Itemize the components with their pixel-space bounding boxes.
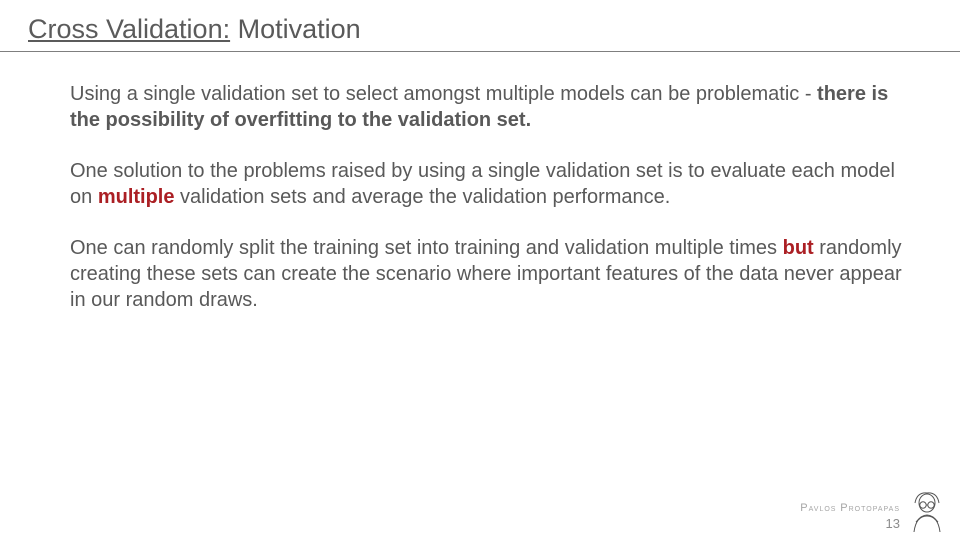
slide-header: Cross Validation: Motivation: [0, 0, 960, 45]
para1-lead: Using a single validation set to select …: [70, 83, 817, 105]
paragraph-1: Using a single validation set to select …: [70, 82, 908, 133]
slide-footer: Pavlos Protopapas 13: [800, 492, 944, 532]
author-block: Pavlos Protopapas 13: [800, 502, 900, 532]
author-first-rest: avlos: [809, 503, 841, 514]
slide-body: Using a single validation set to select …: [0, 52, 960, 313]
title-rest: Motivation: [230, 14, 361, 44]
author-name: Pavlos Protopapas: [800, 502, 900, 516]
title-underlined: Cross Validation:: [28, 14, 230, 44]
para2-highlight: multiple: [98, 186, 175, 208]
author-last-rest: rotopapas: [849, 503, 900, 514]
avatar-icon: [910, 492, 944, 532]
paragraph-2: One solution to the problems raised by u…: [70, 159, 908, 210]
page-number: 13: [800, 516, 900, 532]
paragraph-3: One can randomly split the training set …: [70, 236, 908, 313]
para3-a: One can randomly split the training set …: [70, 237, 783, 259]
para2-c: validation sets and average the validati…: [174, 186, 670, 208]
author-last-initial: P: [840, 502, 848, 514]
slide-title: Cross Validation: Motivation: [28, 14, 960, 45]
para3-highlight: but: [783, 237, 814, 259]
author-first-initial: P: [800, 502, 808, 514]
